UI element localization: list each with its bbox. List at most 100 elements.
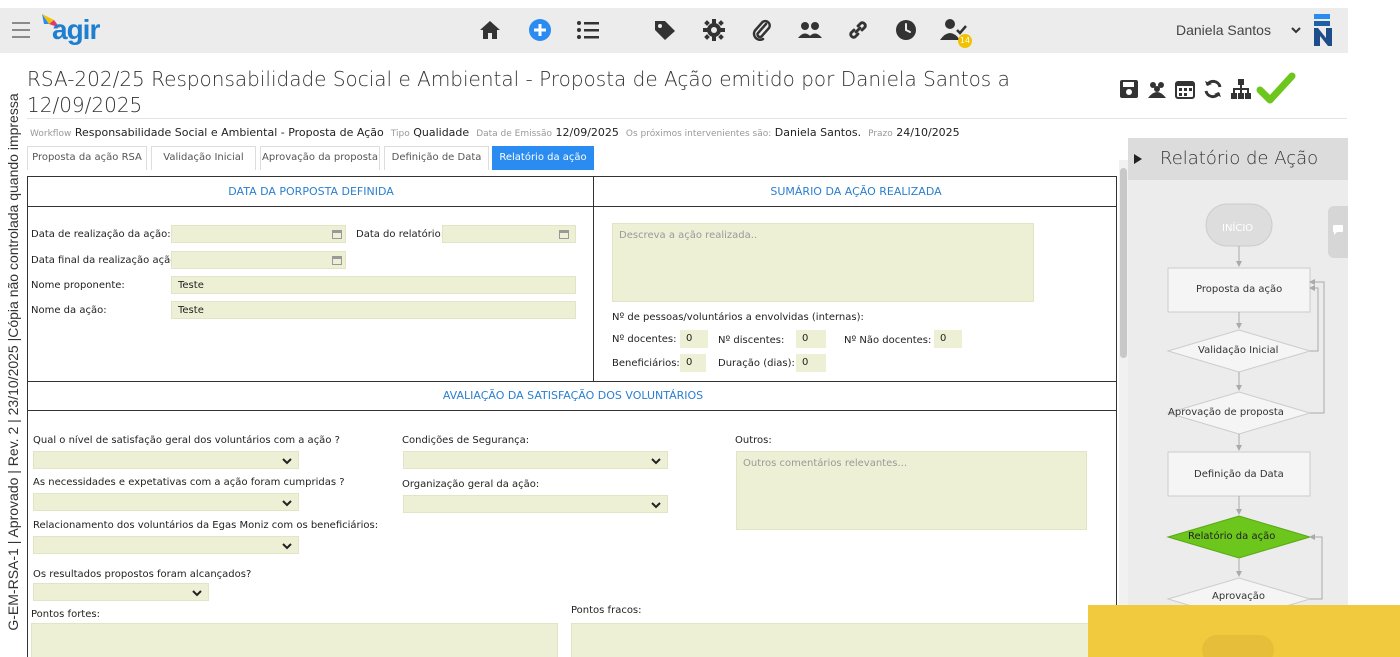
data-realizacao-input[interactable] (171, 225, 346, 243)
workflow-meta: Workflow Responsabilidade Social e Ambie… (30, 126, 960, 139)
users-group-icon[interactable] (1146, 78, 1168, 100)
chevron-down-icon (282, 500, 292, 507)
label-docentes: Nº docentes: (612, 334, 677, 345)
document-actions (1118, 72, 1338, 112)
chevron-down-icon (651, 458, 661, 465)
discentes-input[interactable]: 0 (796, 330, 826, 348)
calendar-icon[interactable] (559, 229, 569, 239)
label-data-relatorio: Data do relatório: (356, 229, 445, 240)
chat-toggle[interactable] (1328, 206, 1348, 258)
home-icon[interactable] (474, 14, 506, 46)
chevron-down-icon (651, 502, 661, 509)
top-bar: agir 14 Daniela Santos (0, 0, 1400, 60)
necessidades-select[interactable] (33, 493, 299, 511)
section-title-data: DATA DA PORPOSTA DEFINIDA (28, 177, 594, 207)
nao-docentes-input[interactable]: 0 (934, 330, 962, 348)
resultados-select[interactable] (33, 583, 209, 601)
tab-relatorio[interactable]: Relatório da ação (492, 146, 594, 170)
label-beneficiarios: Beneficiários: (612, 358, 680, 369)
refresh-icon[interactable] (1202, 78, 1224, 100)
flow-start-label: INÍCIO (1222, 223, 1254, 234)
label-outros: Outros: (735, 435, 772, 446)
section-title-avaliacao: AVALIAÇÃO DA SATISFAÇÃO DOS VOLUNTÁRIOS (28, 381, 1116, 411)
label-satisfacao-geral: Qual o nível de satisfação geral dos vol… (33, 435, 340, 446)
chevron-down-icon[interactable] (1290, 24, 1302, 36)
workflow-panel: Relatório de Ação INÍCIO Proposta da açã… (1128, 138, 1348, 657)
chevron-down-icon (282, 458, 292, 465)
menu-icon[interactable] (12, 22, 30, 38)
pontos-fracos-textarea[interactable] (571, 623, 1098, 657)
gear-icon[interactable] (698, 14, 730, 46)
tab-proposta[interactable]: Proposta da ação RSA (27, 146, 147, 170)
flow-step2-label: Validação Inicial (1198, 345, 1279, 356)
user-check-icon[interactable]: 14 (938, 14, 972, 48)
label-nao-docentes: Nº Não docentes: (844, 335, 932, 346)
user-name[interactable]: Daniela Santos (1176, 22, 1271, 38)
add-circle-icon[interactable] (524, 14, 556, 46)
notification-badge: 14 (958, 34, 972, 48)
label-nome-proponente: Nome proponente: (31, 280, 125, 291)
scrollbar-thumb[interactable] (1120, 168, 1127, 358)
page-margin (1348, 0, 1400, 605)
clock-icon[interactable] (890, 14, 922, 46)
label-duracao: Duração (dias): (718, 358, 795, 369)
label-seguranca: Condições de Segurança: (402, 435, 530, 446)
nome-proponente-input[interactable]: Teste (171, 276, 576, 294)
label-resultados: Os resultados propostos foram alcançados… (33, 569, 252, 580)
workflow-panel-header[interactable]: Relatório de Ação (1128, 138, 1348, 180)
data-final-input[interactable] (171, 251, 346, 269)
tab-definicao[interactable]: Definição de Data (384, 146, 489, 170)
flow-step4-label: Definição da Data (1194, 469, 1284, 480)
save-icon[interactable] (1118, 78, 1140, 100)
approve-check-icon[interactable] (1256, 72, 1296, 106)
paperclip-icon[interactable] (746, 14, 778, 46)
label-pontos-fortes: Pontos fortes: (31, 609, 100, 620)
organization-logo-icon (1314, 14, 1332, 46)
label-organizacao: Organização geral da ação: (402, 479, 540, 490)
title-divider (27, 118, 1347, 119)
section-title-sumario: SUMÁRIO DA AÇÃO REALIZADA (594, 177, 1116, 207)
page-title: RSA-202/25 Responsabilidade Social e Amb… (27, 67, 1010, 117)
descricao-acao-textarea[interactable]: Descreva a ação realizada.. (612, 223, 1034, 302)
top-bar-inner: agir 14 Daniela Santos (0, 8, 1348, 53)
highlight-overlay (1088, 605, 1400, 657)
list-icon[interactable] (572, 14, 604, 46)
label-nome-acao: Nome da ação: (31, 305, 107, 316)
outros-textarea[interactable]: Outros comentários relevantes... (736, 451, 1087, 530)
calendar-icon[interactable] (332, 255, 342, 265)
flow-step1-label: Proposta da ação (1196, 284, 1283, 295)
calendar-icon[interactable] (1174, 78, 1196, 100)
organizacao-select[interactable] (403, 495, 668, 513)
chevron-down-icon (282, 543, 292, 550)
nome-acao-input[interactable]: Teste (171, 301, 576, 319)
chevron-down-icon (192, 590, 202, 597)
docentes-input[interactable]: 0 (680, 330, 708, 348)
app-name: agir (52, 14, 100, 45)
duracao-input[interactable]: 0 (796, 354, 826, 372)
caret-right-icon (1134, 154, 1142, 164)
flow-end-shadow (1202, 635, 1274, 657)
label-discentes: Nº discentes: (718, 335, 785, 346)
calendar-icon[interactable] (332, 229, 342, 239)
link-icon[interactable] (842, 14, 874, 46)
users-icon[interactable] (794, 14, 826, 46)
label-necessidades: As necessidades e expetativas com a ação… (33, 477, 345, 488)
tags-icon[interactable] (650, 14, 682, 46)
relacionamento-select[interactable] (33, 536, 299, 554)
form-scrollbar[interactable] (1119, 160, 1128, 657)
tab-aprovacao[interactable]: Aprovação da proposta (260, 146, 380, 170)
flow-step3-label: Aprovação de proposta (1168, 407, 1284, 418)
hierarchy-icon[interactable] (1230, 78, 1252, 100)
tab-validacao[interactable]: Validação Inicial (151, 146, 256, 170)
label-pontos-fracos: Pontos fracos: (571, 605, 642, 616)
action-report-form: DATA DA PORPOSTA DEFINIDA SUMÁRIO DA AÇÃ… (27, 176, 1117, 657)
pontos-fortes-textarea[interactable] (31, 623, 558, 657)
data-relatorio-input[interactable] (442, 225, 576, 243)
beneficiarios-input[interactable]: 0 (680, 354, 706, 372)
label-pessoas-envolvidas: Nº de pessoas/voluntários a envolvidas (… (612, 312, 864, 323)
flow-step5-label: Relatório da ação (1188, 531, 1276, 542)
seguranca-select[interactable] (403, 451, 668, 469)
flow-step6-label: Aprovação (1212, 591, 1265, 602)
satisfacao-geral-select[interactable] (33, 451, 299, 469)
app-logo[interactable]: agir (36, 12, 126, 48)
